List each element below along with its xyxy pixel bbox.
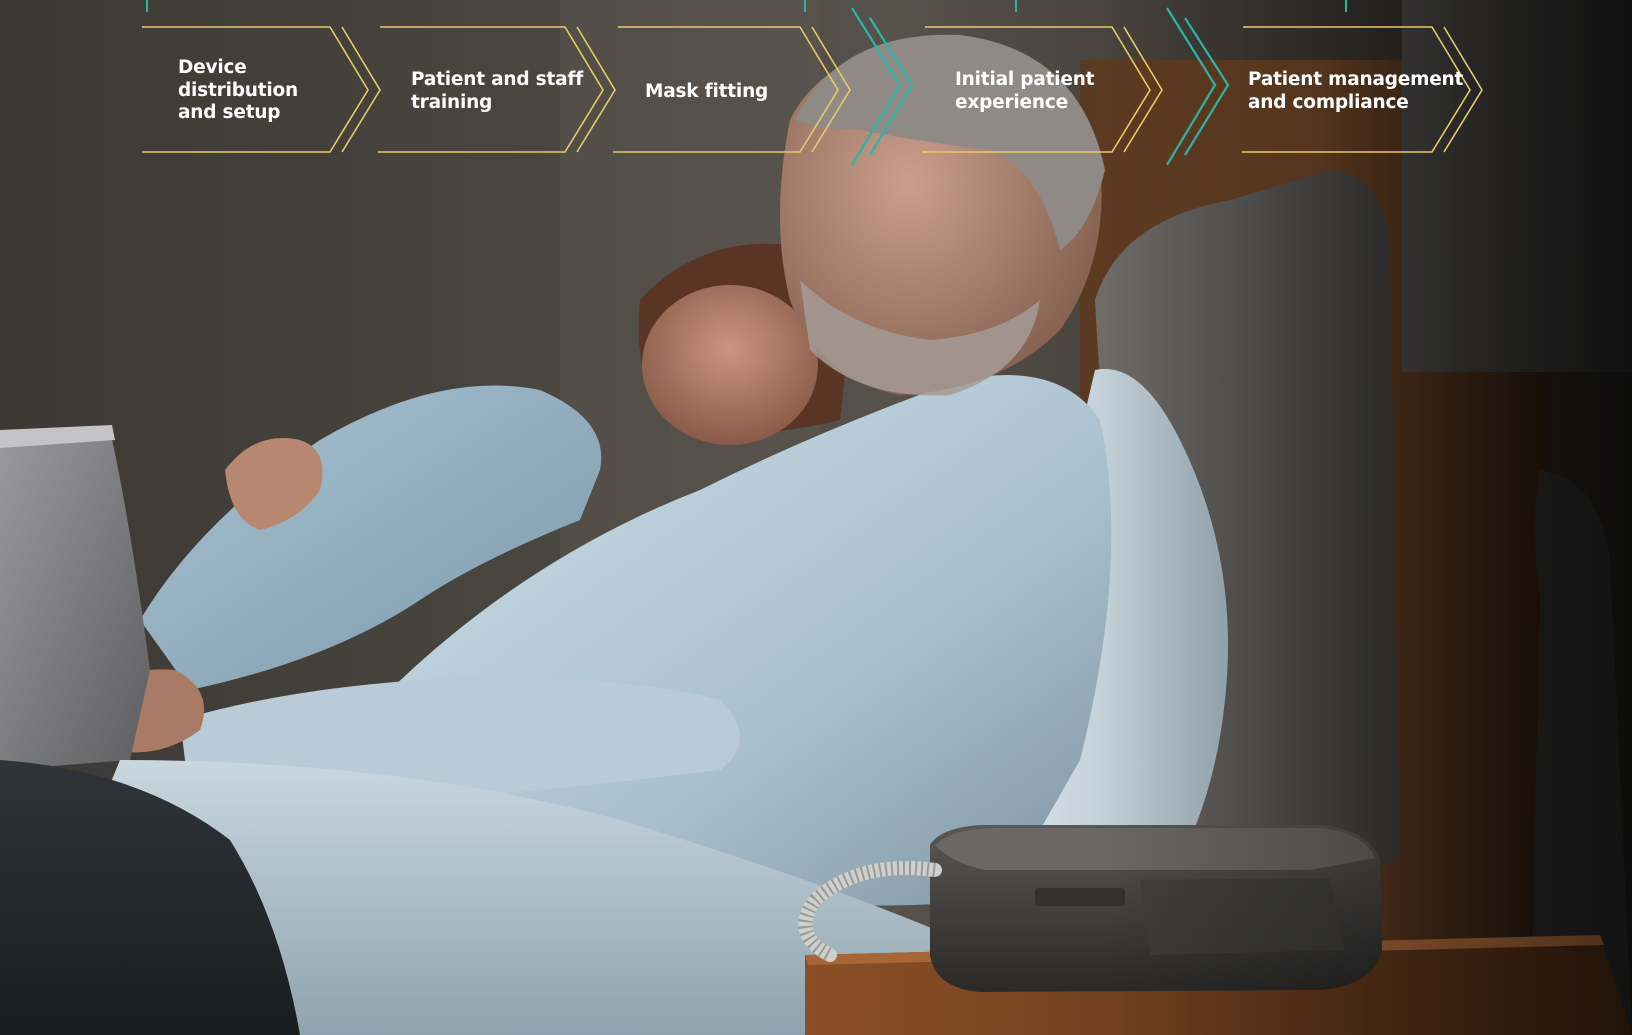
- step-1-label: Device distribution and setup: [178, 57, 298, 125]
- step-1-line-1: Device: [178, 57, 247, 78]
- step-1-line-3: and setup: [178, 102, 281, 123]
- step-2-line-1: Patient and staff: [411, 69, 584, 90]
- step-5-line-1: Patient management: [1248, 69, 1464, 90]
- step-3-label: Mask fitting: [645, 81, 768, 104]
- step-2-line-2: training: [411, 91, 493, 113]
- step-2-label: Patient and staff training: [411, 69, 583, 114]
- step-4-line-1: Initial patient: [955, 69, 1095, 90]
- step-5-label: Patient management and compliance: [1248, 69, 1463, 114]
- step-1-line-2: distribution: [178, 79, 298, 101]
- background-photo: [0, 0, 1632, 1035]
- step-5-line-2: and compliance: [1248, 91, 1409, 113]
- step-4-label: Initial patient experience: [955, 69, 1095, 114]
- step-4-line-2: experience: [955, 91, 1068, 113]
- step-3-line-1: Mask fitting: [645, 81, 769, 102]
